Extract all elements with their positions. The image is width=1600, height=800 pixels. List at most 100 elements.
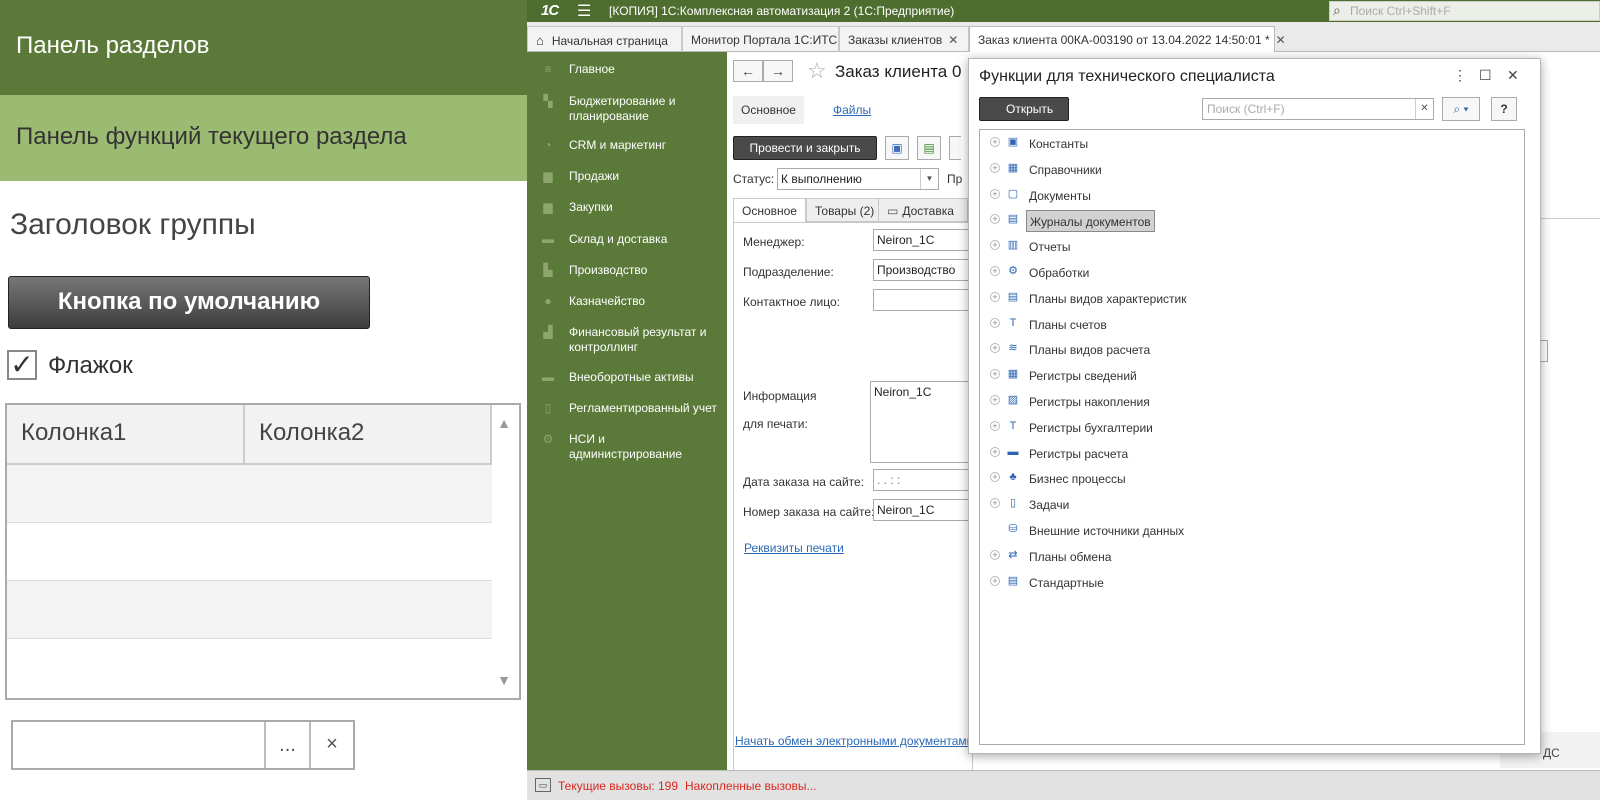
close-icon[interactable]: ✕ xyxy=(948,33,958,47)
demo-column-header-2[interactable]: Колонка2 xyxy=(245,405,492,465)
main-tab-panel: Менеджер: Neiron_1C Подразделение: Произ… xyxy=(733,222,973,800)
favorite-star-icon[interactable]: ☆ xyxy=(807,58,827,84)
demo-input-field: ... × xyxy=(11,720,355,770)
subtab-files[interactable]: Файлы xyxy=(825,96,879,124)
post-and-close-button[interactable]: Провести и закрыть xyxy=(733,136,877,160)
back-button[interactable]: ← xyxy=(733,60,763,82)
global-search[interactable]: ⌕ Поиск Ctrl+Shift+F xyxy=(1329,1,1600,21)
expand-icon[interactable]: + xyxy=(990,369,1000,380)
chevron-down-icon[interactable]: ▼ xyxy=(920,169,938,189)
table-row[interactable] xyxy=(7,581,492,639)
monitor-icon[interactable]: ▭ xyxy=(535,778,551,792)
tree-node[interactable]: + ⇄ Планы обмена xyxy=(980,545,1520,569)
manager-field[interactable]: Neiron_1C xyxy=(873,229,973,251)
tree-node[interactable]: + ▤ Журналы документов xyxy=(980,209,1520,233)
maximize-icon[interactable]: ☐ xyxy=(1479,67,1492,84)
tab-delivery[interactable]: ▭ Доставка xyxy=(878,198,968,222)
clear-icon[interactable]: ✕ xyxy=(1415,99,1433,119)
table-row[interactable] xyxy=(7,465,492,523)
tree-node[interactable]: + ▤ Планы видов характеристик xyxy=(980,287,1520,311)
tree-node[interactable]: + ▬ Регистры расчета xyxy=(980,442,1520,466)
search-options-button[interactable]: ⌕ ▾ xyxy=(1442,97,1480,121)
site-number-label: Номер заказа на сайте: xyxy=(743,505,875,519)
expand-icon[interactable]: + xyxy=(990,498,1000,509)
tree-node[interactable]: + ▦ Справочники xyxy=(980,158,1520,182)
current-calls[interactable]: Текущие вызовы: 199 xyxy=(558,779,678,793)
demo-column-header-1[interactable]: Колонка1 xyxy=(7,405,245,465)
contact-field[interactable] xyxy=(873,289,973,311)
site-date-field[interactable]: . . : : xyxy=(873,469,973,491)
edi-link[interactable]: Начать обмен электронными документами xyxy=(735,734,973,748)
expand-icon[interactable]: + xyxy=(990,446,1000,457)
save-icon[interactable]: ▣ xyxy=(885,136,909,160)
expand-icon[interactable]: + xyxy=(990,188,1000,199)
post-icon[interactable]: ▤ xyxy=(917,136,941,160)
tree-node[interactable]: + ♣ Бизнес процессы xyxy=(980,467,1520,491)
scroll-down-icon[interactable]: ▼ xyxy=(497,672,511,688)
expand-icon[interactable]: + xyxy=(990,240,1000,251)
tree-node[interactable]: + ▥ Отчеты xyxy=(980,235,1520,259)
tree-node[interactable]: + ▣ Константы xyxy=(980,132,1520,156)
tab-client-order[interactable]: Заказ клиента 00КА-003190 от 13.04.2022 … xyxy=(969,26,1286,53)
tree-node[interactable]: + Т Регистры бухгалтерии xyxy=(980,416,1520,440)
expand-icon[interactable]: + xyxy=(990,137,1000,147)
expand-icon[interactable]: + xyxy=(990,317,1000,328)
expand-icon[interactable]: + xyxy=(990,472,1000,483)
tree-node[interactable]: ⛁ Внешние источники данных xyxy=(980,519,1520,543)
accum-registers-icon: ▨ xyxy=(1007,394,1019,406)
help-button[interactable]: ? xyxy=(1491,97,1517,121)
menu-icon[interactable]: ☰ xyxy=(577,1,591,21)
tree-node[interactable]: + ▦ Регистры сведений xyxy=(980,364,1520,388)
status-select[interactable]: К выполнению ▼ xyxy=(777,168,939,190)
tree-node[interactable]: + ▨ Регистры накопления xyxy=(980,390,1520,414)
expand-icon[interactable]: + xyxy=(990,214,1000,225)
print-info-textarea[interactable]: Neiron_1C xyxy=(870,381,973,463)
tab-goods[interactable]: Товары (2) xyxy=(806,198,884,222)
tree-search-input[interactable]: Поиск (Ctrl+F) ✕ xyxy=(1202,98,1434,120)
tree-node[interactable]: + ▤ Стандартные xyxy=(980,571,1520,595)
scroll-up-icon[interactable]: ▲ xyxy=(497,415,511,431)
demo-checkbox-label: Флажок xyxy=(48,352,133,379)
tree-node[interactable]: + Т Планы счетов xyxy=(980,313,1520,337)
table-row[interactable] xyxy=(7,523,492,581)
expand-icon[interactable]: + xyxy=(990,291,1000,302)
global-search-placeholder: Поиск Ctrl+Shift+F xyxy=(1350,4,1451,18)
expand-icon[interactable]: + xyxy=(990,266,1000,276)
tree-node[interactable]: + ▯ Задачи xyxy=(980,493,1520,517)
expand-icon[interactable]: + xyxy=(990,162,1000,173)
open-button[interactable]: Открыть xyxy=(979,97,1069,121)
print-info-label-2: для печати: xyxy=(743,417,808,431)
demo-clear-button[interactable]: × xyxy=(311,722,353,768)
expand-icon[interactable]: + xyxy=(990,549,1000,560)
subtab-main[interactable]: Основное xyxy=(733,96,804,124)
expand-icon[interactable]: + xyxy=(990,575,1000,586)
more-tools-button[interactable] xyxy=(949,136,961,160)
tab-main[interactable]: Основное xyxy=(733,198,806,222)
accumulated-calls[interactable]: Накопленные вызовы... xyxy=(685,779,817,793)
site-number-field[interactable]: Neiron_1C xyxy=(873,499,973,521)
department-field[interactable]: Производство xyxy=(873,259,973,281)
tab-portal-monitor[interactable]: Монитор Портала 1С:ИТС xyxy=(682,26,839,51)
tab-home[interactable]: ⌂ Начальная страница xyxy=(527,26,682,51)
table-row[interactable] xyxy=(7,639,492,697)
catalogs-icon: ▦ xyxy=(1007,161,1019,174)
demo-select-button[interactable]: ... xyxy=(266,722,311,768)
tree-node[interactable]: + ⚙ Обработки xyxy=(980,261,1520,285)
more-icon[interactable]: ⋮ xyxy=(1453,67,1467,84)
tree-node[interactable]: + ▢ Документы xyxy=(980,184,1520,208)
window-title: [КОПИЯ] 1С:Комплексная автоматизация 2 (… xyxy=(609,4,955,18)
calc-types-icon: ≋ xyxy=(1008,342,1018,355)
demo-checkbox[interactable]: ✓ xyxy=(7,350,37,380)
print-props-link[interactable]: Реквизиты печати xyxy=(744,541,844,555)
tree-node[interactable]: + ≋ Планы видов расчета xyxy=(980,338,1520,362)
close-icon[interactable]: ✕ xyxy=(1507,67,1519,84)
close-icon[interactable]: ✕ xyxy=(1276,33,1286,47)
forward-button[interactable]: → xyxy=(763,60,793,82)
expand-icon[interactable]: + xyxy=(990,395,1000,405)
demo-input[interactable] xyxy=(13,722,266,768)
tab-client-orders[interactable]: Заказы клиентов ✕ xyxy=(839,26,969,51)
demo-default-button[interactable]: Кнопка по умолчанию xyxy=(8,276,370,329)
app-window: 1С ☰ [КОПИЯ] 1С:Комплексная автоматизаци… xyxy=(527,0,1600,800)
expand-icon[interactable]: + xyxy=(990,343,1000,354)
expand-icon[interactable]: + xyxy=(990,420,1000,431)
